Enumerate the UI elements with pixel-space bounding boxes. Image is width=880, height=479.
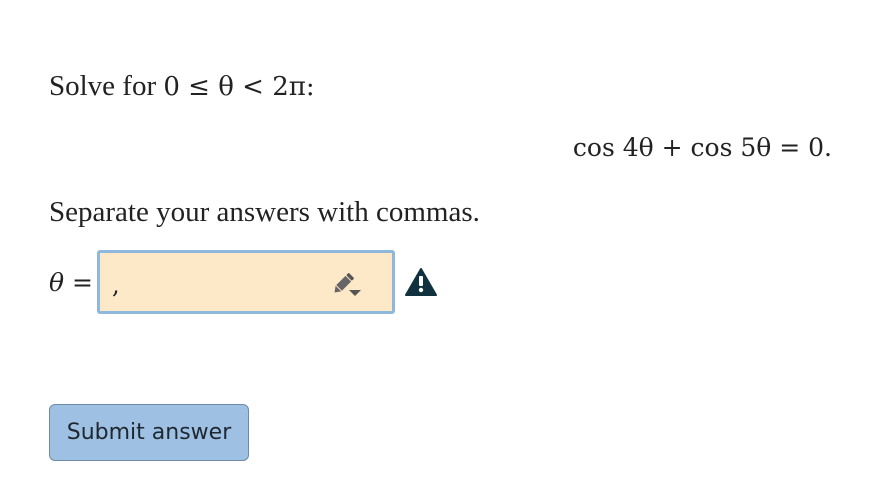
question-prompt: Solve for 0 ≤ θ < 2π: (49, 66, 315, 107)
prompt-text: Solve for (49, 70, 157, 102)
answer-row: θ = , (49, 247, 437, 317)
equation: cos 4θ + cos 5θ = 0. (572, 133, 832, 162)
pencil-edit-dropdown-icon[interactable] (331, 272, 365, 298)
submit-answer-button[interactable]: Submit answer (49, 404, 249, 461)
answer-variable: θ (49, 267, 65, 297)
answer-variable-label: θ = (49, 268, 93, 297)
prompt-condition: 0 ≤ θ < 2π: (163, 72, 315, 102)
answer-input-value: , (111, 271, 120, 299)
answer-equals: = (64, 267, 93, 297)
answer-input[interactable]: , (96, 250, 395, 314)
submit-answer-label: Submit answer (66, 420, 232, 445)
warning-triangle-icon (404, 268, 437, 296)
instructions: Separate your answers with commas. (49, 196, 480, 228)
